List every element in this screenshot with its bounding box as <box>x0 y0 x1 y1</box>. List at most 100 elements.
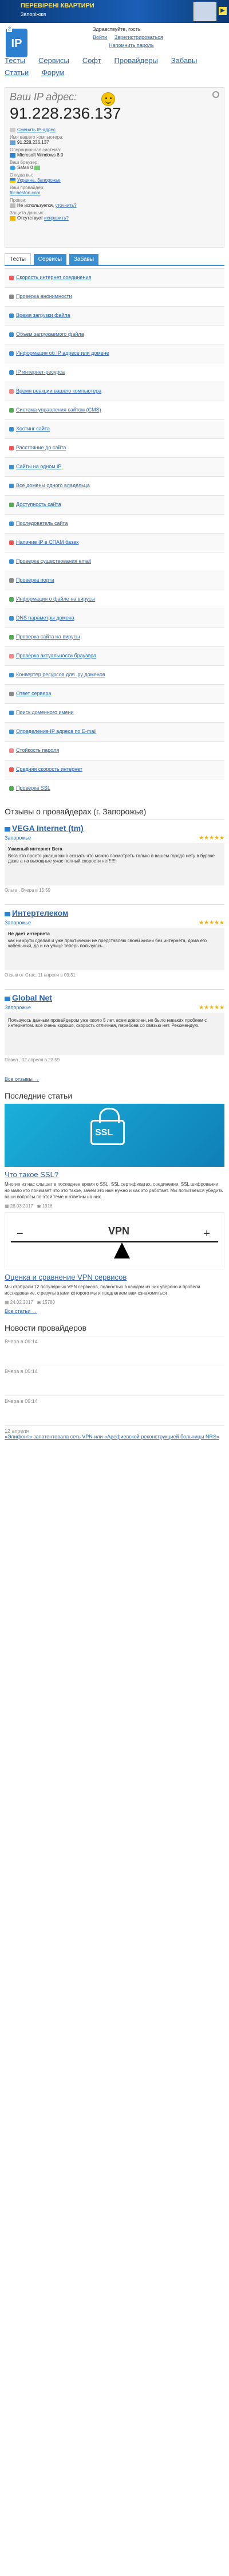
service-item[interactable]: Проверка сайта на вирусы <box>5 628 224 646</box>
service-link[interactable]: Доступность сайта <box>16 501 61 507</box>
review-provider[interactable]: Интертелеком <box>12 908 68 918</box>
service-link[interactable]: IP интернет-ресурса <box>16 369 65 375</box>
news-date: 12 апреля <box>5 1428 29 1434</box>
change-ip-link[interactable]: Сменить IP-адрес <box>17 127 56 132</box>
article-card[interactable]: − VPN + Оценка и сравнение VPN сервисов … <box>5 1212 224 1305</box>
service-link[interactable]: Скорость интернет соединения <box>16 275 91 280</box>
news-date: Вчера в 09:14 <box>5 1369 38 1374</box>
service-item[interactable]: Поиск доменного имени <box>5 703 224 722</box>
service-link[interactable]: Система управления сайтом (CMS) <box>16 407 101 413</box>
proxy-check-link[interactable]: уточнить? <box>55 203 76 208</box>
register-link[interactable]: Зарегистрироваться <box>114 34 163 40</box>
service-link[interactable]: Проверка анонимности <box>16 293 72 299</box>
service-item[interactable]: Конвертер ресурсов для .py доменов <box>5 665 224 684</box>
service-link[interactable]: Сайты на одном IP <box>16 464 61 469</box>
service-link[interactable]: DNS параметры домена <box>16 615 74 621</box>
nav-providers[interactable]: Провайдеры <box>114 56 157 65</box>
service-item[interactable]: Проверка SSL <box>5 779 224 798</box>
service-link[interactable]: Наличие IP в СПАМ базах <box>16 539 79 545</box>
service-link[interactable]: Проверка порта <box>16 577 54 583</box>
service-link[interactable]: Проверка существования email <box>16 558 91 564</box>
news-link[interactable]: «Элифонт» запатентовала сеть VPN или «Ар… <box>5 1434 219 1440</box>
service-item[interactable]: Стойкость пароля <box>5 741 224 760</box>
nav-services[interactable]: Сервисы <box>38 56 69 65</box>
service-item[interactable]: Наличие IP в СПАМ базах <box>5 533 224 552</box>
service-item[interactable]: Проверка порта <box>5 571 224 590</box>
provider-link[interactable]: fbr-beston.com <box>10 190 40 195</box>
service-item[interactable]: Средняя скорость интернет <box>5 760 224 779</box>
service-link[interactable]: Время загрузки файла <box>16 312 70 318</box>
service-link[interactable]: Проверка сайта на вирусы <box>16 634 80 640</box>
service-link[interactable]: Объем загружаемого файла <box>16 331 84 337</box>
nav-fun[interactable]: Забавы <box>171 56 198 65</box>
service-item[interactable]: Доступность сайта <box>5 495 224 514</box>
service-link[interactable]: Расстояние до сайта <box>16 445 66 450</box>
service-item[interactable]: Проверка актуальности браузера <box>5 646 224 665</box>
forgot-password-link[interactable]: Напомнить пароль <box>109 42 154 48</box>
service-item[interactable]: Проверка анонимности <box>5 287 224 306</box>
nav-forum[interactable]: Форум <box>42 68 65 77</box>
tab-tests[interactable]: Тесты <box>5 253 31 265</box>
ad-banner[interactable]: ПЕРЕВІРЕНІ КВАРТИРИ Запоріжжя ▶ <box>0 0 229 23</box>
location-link[interactable]: Украина, Запорожье <box>17 178 61 183</box>
service-item[interactable]: Проверка существования email <box>5 552 224 571</box>
review-text: Пользуюсь данным провайдером уже около 5… <box>8 1018 207 1028</box>
service-link[interactable]: Проверка SSL <box>16 785 50 791</box>
service-item[interactable]: Информация о файле на вирусы <box>5 590 224 609</box>
service-item[interactable]: Система управления сайтом (CMS) <box>5 401 224 419</box>
service-link[interactable]: Стойкость пароля <box>16 747 59 753</box>
service-item[interactable]: DNS параметры домена <box>5 609 224 628</box>
browser-label: Ваш браузер: <box>10 160 39 165</box>
service-link[interactable]: Средняя скорость интернет <box>16 766 82 772</box>
vpn-badge: VPN <box>108 1225 130 1237</box>
service-link[interactable]: Последователь сайта <box>16 520 68 526</box>
greeting: Здравствуйте, гость <box>93 26 141 32</box>
article-title[interactable]: Оценка и сравнение VPN сервисов <box>5 1273 224 1281</box>
news-item[interactable]: Вчера в 09:14 <box>5 1366 224 1395</box>
service-item[interactable]: Время реакции вашего компьютера <box>5 382 224 401</box>
news-item[interactable]: Вчера в 09:14 <box>5 1395 224 1425</box>
article-title[interactable]: Что такое SSL? <box>5 1170 224 1179</box>
service-item[interactable]: Последователь сайта <box>5 514 224 533</box>
service-item[interactable]: Все домены одного владельца <box>5 476 224 495</box>
nav-articles[interactable]: Статьи <box>5 68 29 77</box>
article-card[interactable]: SSL Что такое SSL? Многие из нас слышат … <box>5 1104 224 1209</box>
review-card: Интертелеком Запорожье ★★★★★ Не дает интерн… <box>5 904 224 989</box>
service-link[interactable]: Время реакции вашего компьютера <box>16 388 101 394</box>
site-logo[interactable]: 2 IP <box>6 25 27 57</box>
service-link[interactable]: Поиск доменного имени <box>16 709 74 715</box>
nav-software[interactable]: Софт <box>82 56 101 65</box>
service-item[interactable]: Хостинг сайта <box>5 419 224 438</box>
service-item[interactable]: Скорость интернет соединения <box>5 268 224 287</box>
service-link[interactable]: Информация об IP адресе или домене <box>16 350 109 356</box>
service-link[interactable]: Хостинг сайта <box>16 426 50 432</box>
login-link[interactable]: Войти <box>93 34 107 40</box>
service-item[interactable]: Объем загружаемого файла <box>5 325 224 344</box>
service-item[interactable]: Ответ сервера <box>5 684 224 703</box>
service-link[interactable]: Все домены одного владельца <box>16 483 90 488</box>
news-item[interactable]: Вчера в 09:14 <box>5 1336 224 1366</box>
all-reviews-link[interactable]: Все отзывы → <box>5 1076 39 1082</box>
service-item[interactable]: Сайты на одном IP <box>5 457 224 476</box>
service-item[interactable]: Информация об IP адресе или домене <box>5 344 224 363</box>
service-link[interactable]: Ответ сервера <box>16 691 51 696</box>
news-item[interactable]: 12 апреля «Элифонт» запатентовала сеть VP… <box>5 1425 224 1455</box>
service-item[interactable]: Определение IP адреса по E-mail <box>5 722 224 741</box>
tab-fun[interactable]: Забавы <box>69 254 99 265</box>
service-item[interactable]: IP интернет-ресурса <box>5 363 224 382</box>
review-provider[interactable]: Global Net <box>12 993 52 1002</box>
tab-services[interactable]: Сервисы <box>33 254 67 265</box>
service-link[interactable]: Конвертер ресурсов для .py доменов <box>16 672 105 677</box>
review-heading: Не дает интернета <box>8 931 50 936</box>
service-link[interactable]: Определение IP адреса по E-mail <box>16 728 96 734</box>
review-provider[interactable]: VEGA Internet (tm) <box>12 824 84 833</box>
nav-tests[interactable]: Тесты <box>5 56 25 65</box>
service-link[interactable]: Информация о файле на вирусы <box>16 596 95 602</box>
all-articles-link[interactable]: Все статьи → <box>5 1308 37 1314</box>
gear-icon[interactable] <box>212 91 219 98</box>
service-item[interactable]: Расстояние до сайта <box>5 438 224 457</box>
service-item[interactable]: Время загрузки файла <box>5 306 224 325</box>
protection-fix-link[interactable]: исправить? <box>44 215 69 221</box>
service-link[interactable]: Проверка актуальности браузера <box>16 653 96 658</box>
banner-arrow-icon[interactable]: ▶ <box>219 7 227 15</box>
